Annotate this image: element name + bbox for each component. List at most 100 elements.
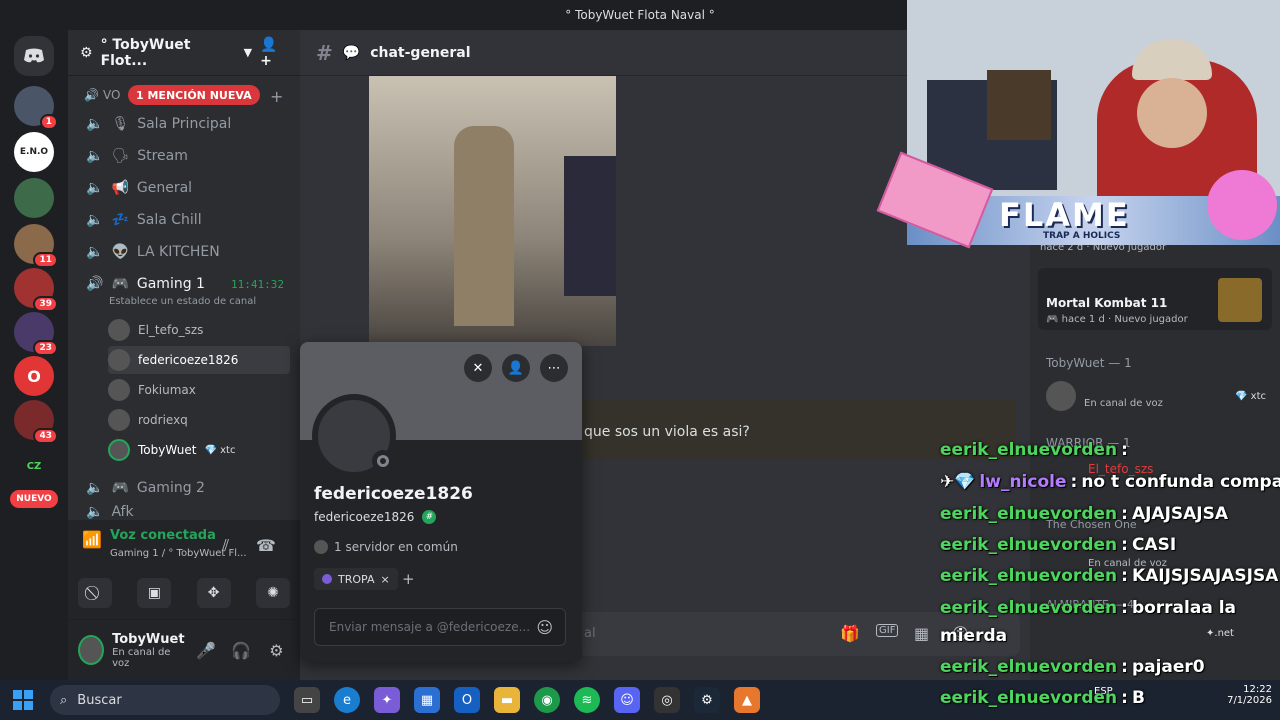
game-title: Mortal Kombat 11	[1046, 296, 1168, 310]
hash-badge-icon: #	[422, 510, 437, 524]
store-icon[interactable]: ▦	[414, 687, 440, 713]
screen-share-button[interactable]: ▣	[137, 578, 172, 608]
gif-icon[interactable]: GIF	[876, 624, 899, 637]
sticker-icon[interactable]: ▦	[914, 624, 929, 643]
task-view-icon[interactable]: ▭	[294, 687, 320, 713]
chrome-icon[interactable]: ◉	[534, 687, 560, 713]
gear-icon[interactable]: ⚙	[263, 634, 290, 666]
voice-user[interactable]: rodriexq	[108, 406, 290, 434]
server-icon[interactable]: E.N.O	[14, 132, 54, 172]
invite-people-icon[interactable]: 👤+	[260, 37, 288, 69]
server-icon[interactable]: 11	[14, 224, 58, 268]
avatar[interactable]	[78, 635, 105, 665]
avatar	[108, 319, 130, 341]
voice-channel-active[interactable]: 🔊 🎮 Gaming 1 11:41:32	[78, 270, 290, 298]
voice-channel[interactable]: 🔈 💤 Sala Chill	[78, 206, 290, 234]
server-icon[interactable]: 1	[14, 86, 58, 130]
channel-name: chat-general	[370, 44, 471, 61]
voice-user[interactable]: TobyWuet 💎 xtc	[108, 436, 290, 464]
soundboard-button[interactable]: ✺	[255, 578, 290, 608]
message-text: que sos un viola es asi?	[584, 424, 750, 440]
voice-channel[interactable]: 🔈 📢 General	[78, 174, 290, 202]
emoji-icon[interactable]: ☺	[536, 618, 553, 637]
spotify-icon[interactable]: ≋	[574, 687, 600, 713]
member-group-header: TobyWuet — 1	[1046, 356, 1132, 370]
steam-icon[interactable]: ⚙	[694, 687, 720, 713]
activity-card[interactable]: Mortal Kombat 11 🎮 hace 1 d · Nuevo juga…	[1038, 268, 1272, 330]
discord-icon[interactable]: ☺	[614, 687, 640, 713]
app-icon[interactable]: ▲	[734, 687, 760, 713]
start-button[interactable]	[10, 687, 36, 713]
role-chip[interactable]: TROPA ×	[314, 568, 398, 590]
pink-figure	[1207, 170, 1277, 240]
voice-channel[interactable]: 🔈 👽 LA KITCHEN	[78, 238, 290, 266]
attached-image[interactable]	[369, 76, 616, 346]
server-icon[interactable]: 23	[14, 312, 58, 356]
speech-bubble-icon: 💬	[342, 44, 361, 61]
search-icon: ⌕	[60, 692, 68, 708]
add-role-icon[interactable]: +	[402, 570, 415, 588]
profile-username: federicoeze1826	[314, 510, 415, 524]
dm-input[interactable]: Enviar mensaje a @federicoeze... ☺	[314, 608, 566, 646]
voice-channel[interactable]: 🔈 🗣 Stream	[78, 142, 290, 170]
channel-status[interactable]: Establece un estado de canal	[109, 296, 256, 307]
stream-chat-line: mierda	[940, 626, 1008, 646]
speaker-icon: 🔈	[86, 212, 104, 228]
discord-logo-icon	[24, 48, 44, 63]
server-list: 1 E.N.O 11 39 23 O 43 CZ NUEVO	[0, 30, 68, 680]
user-profile-popout: ✕ 👤 ⋯ federicoeze1826 federicoeze1826 # …	[300, 342, 582, 662]
category-header[interactable]: 🔊 VO	[84, 88, 120, 102]
add-friend-icon[interactable]: 👤	[502, 354, 530, 382]
cracked-zone-server-icon[interactable]: CZ	[14, 446, 54, 486]
server-header[interactable]: ⚙ ° TobyWuet Flot... ▼ 👤+	[68, 30, 300, 76]
voice-channel[interactable]: 🔈 🎮 Gaming 2	[78, 474, 290, 502]
copilot-icon[interactable]: ✦	[374, 687, 400, 713]
camera-off-button[interactable]: ⃠	[78, 578, 112, 608]
profile-avatar[interactable]	[312, 394, 396, 478]
activities-button[interactable]: ✥	[196, 578, 231, 608]
more-options-icon[interactable]: ⋯	[540, 354, 568, 382]
voice-channel[interactable]: 🔈 🎙 Sala Principal	[78, 110, 290, 138]
profile-display-name: federicoeze1826	[314, 484, 473, 504]
status-indicator	[372, 450, 394, 472]
taskbar-search[interactable]: ⌕ Buscar	[50, 685, 280, 715]
voice-user-selected[interactable]: federicoeze1826	[108, 346, 290, 374]
banner-subtitle: TRAP A HOLICS	[1043, 231, 1121, 241]
voice-channel[interactable]: 🔈 Afk	[78, 504, 290, 520]
file-explorer-icon[interactable]: ▬	[494, 687, 520, 713]
clock[interactable]: 12:22 7/1/2026	[1216, 684, 1272, 706]
stream-chat-line: eerik_elnuevorden: AJAJSAJSA	[940, 504, 1229, 524]
voice-user[interactable]: El_tefo_szs	[108, 316, 290, 344]
stream-chat-line: eerik_elnuevorden: KAIJSJSAJASJSA	[940, 566, 1279, 586]
server-icon[interactable]: O	[14, 356, 54, 396]
mutual-servers[interactable]: 1 servidor en común	[314, 540, 458, 554]
outlook-icon[interactable]: O	[454, 687, 480, 713]
direct-messages-button[interactable]	[14, 36, 54, 76]
obs-icon[interactable]: ◎	[654, 687, 680, 713]
voice-user[interactable]: Fokiumax	[108, 376, 290, 404]
server-icon[interactable]: 43	[14, 400, 58, 444]
chevron-down-icon: ▼	[243, 46, 253, 59]
server-icon[interactable]	[14, 178, 54, 218]
windows-logo-icon	[13, 690, 33, 710]
add-channel-icon[interactable]: +	[270, 87, 283, 106]
speaker-icon: 🔈	[86, 480, 104, 496]
voice-call-icon[interactable]: ✕	[464, 354, 492, 382]
voice-connected-label[interactable]: Voz conectada	[110, 528, 216, 543]
speaker-icon: 🔈	[86, 244, 104, 260]
server-icon[interactable]: 39	[14, 268, 58, 312]
microphone-icon[interactable]: 🎤	[193, 634, 220, 666]
user-tag: 💎 xtc	[1235, 390, 1266, 402]
disconnect-icon[interactable]: ☎	[256, 536, 276, 555]
member-row[interactable]: En canal de voz 💎 xtc	[1046, 380, 1266, 412]
edge-icon[interactable]: e	[334, 687, 360, 713]
window-title: ° TobyWuet Flota Naval °	[565, 8, 715, 22]
gift-icon[interactable]: 🎁	[840, 624, 860, 643]
new-mention-pill[interactable]: 1 MENCIÓN NUEVA	[128, 85, 260, 105]
noise-suppression-icon[interactable]: ⫽	[222, 536, 229, 556]
hash-icon: #	[316, 40, 333, 65]
doorway	[564, 156, 616, 296]
headphones-icon[interactable]: 🎧	[228, 634, 255, 666]
new-pill[interactable]: NUEVO	[10, 490, 58, 508]
remove-role-icon[interactable]: ×	[380, 573, 389, 586]
